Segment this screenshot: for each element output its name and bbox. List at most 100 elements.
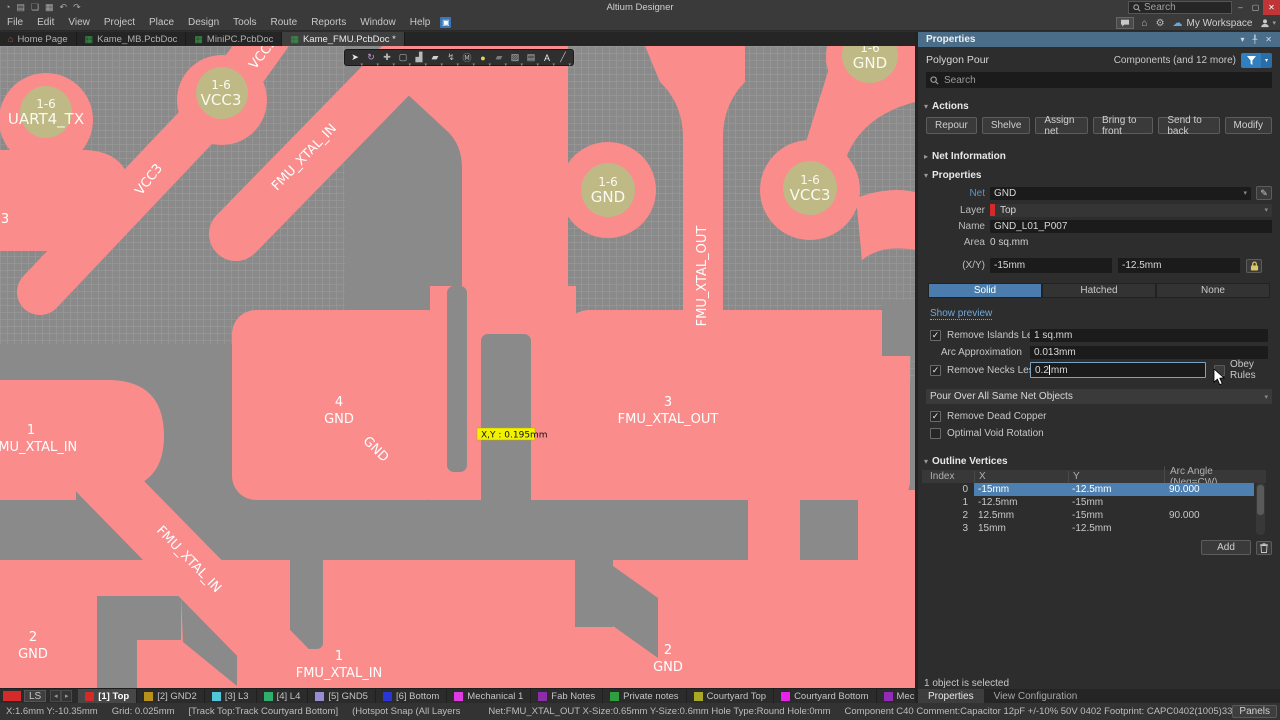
snapping-icon[interactable]: ↻: [363, 50, 379, 65]
pcb-editor-canvas[interactable]: 1-6 UART4_TX 1-6 VCC3 1-6 GND 1-6 VCC3 1…: [0, 46, 915, 688]
save-icon[interactable]: ▤: [16, 2, 25, 13]
layer-tab[interactable]: Courtyard Top: [687, 689, 775, 703]
layer-tab[interactable]: [4] L4: [257, 689, 309, 703]
redo-icon[interactable]: ↷: [73, 2, 81, 13]
action-button[interactable]: Modify: [1225, 117, 1272, 134]
string-icon[interactable]: A: [539, 50, 555, 65]
open-icon[interactable]: ▦: [45, 2, 54, 13]
scroll-layers-right-icon[interactable]: ▸: [61, 690, 72, 702]
scroll-layers-left-icon[interactable]: ◂: [50, 690, 61, 702]
route-icon[interactable]: ↯: [443, 50, 459, 65]
section-outline-vertices[interactable]: ▾Outline Vertices: [924, 456, 1008, 467]
layer-tab[interactable]: Fab Notes: [531, 689, 603, 703]
menu-item[interactable]: View: [61, 15, 97, 30]
menu-item[interactable]: File: [0, 15, 30, 30]
fill-mode-option[interactable]: Hatched: [1042, 283, 1156, 298]
net-select[interactable]: GND▾: [990, 187, 1251, 200]
name-input[interactable]: GND_L01_P007: [990, 220, 1272, 233]
x-input[interactable]: -15mm: [990, 258, 1112, 273]
y-input[interactable]: -12.5mm: [1118, 258, 1240, 273]
region-icon[interactable]: ▨: [507, 50, 523, 65]
polygon-pour-icon[interactable]: ▰: [491, 50, 507, 65]
pad-stack-icon[interactable]: ▟: [411, 50, 427, 65]
maximize-button[interactable]: ▢: [1248, 0, 1263, 15]
menu-item[interactable]: Place: [142, 15, 181, 30]
menu-item[interactable]: Project: [97, 15, 142, 30]
section-actions[interactable]: ▾Actions: [924, 101, 969, 112]
panel-pin-icon[interactable]: ╀: [1252, 35, 1257, 44]
remove-islands-checkbox[interactable]: ✓: [930, 330, 941, 341]
optimal-void-checkbox[interactable]: [930, 428, 941, 439]
menu-item[interactable]: Reports: [304, 15, 353, 30]
filter-icon[interactable]: [1241, 53, 1261, 68]
user-account-button[interactable]: ▾: [1260, 18, 1276, 28]
layer-tab[interactable]: [2] GND2: [137, 689, 205, 703]
save-all-icon[interactable]: ❏: [31, 2, 39, 13]
add-vertex-button[interactable]: Add: [1201, 540, 1251, 555]
customize-icon[interactable]: ▣: [440, 17, 451, 28]
document-tab[interactable]: ▦ Kame_FMU.PcbDoc *: [282, 32, 404, 46]
arc-approximation-input[interactable]: 0.013mm: [1030, 346, 1268, 359]
section-properties[interactable]: ▾Properties: [924, 170, 981, 181]
show-preview-link[interactable]: Show preview: [930, 308, 992, 320]
pad-icon[interactable]: ▰: [427, 50, 443, 65]
delete-vertex-icon[interactable]: [1256, 541, 1272, 555]
remove-dead-copper-checkbox[interactable]: ✓: [930, 411, 941, 422]
tab-properties[interactable]: Properties: [918, 689, 984, 703]
undo-icon[interactable]: ↶: [60, 2, 68, 13]
edit-net-button[interactable]: ✎: [1256, 186, 1272, 200]
workspace-button[interactable]: ☁ My Workspace: [1173, 18, 1253, 29]
remove-islands-input[interactable]: 1 sq.mm: [1030, 329, 1268, 342]
pour-over-select[interactable]: Pour Over All Same Net Objects▾: [926, 389, 1272, 404]
document-tab[interactable]: ▦ Kame_MB.PcbDoc: [77, 32, 187, 46]
move-icon[interactable]: ✚: [379, 50, 395, 65]
vertex-row[interactable]: 315mm-12.5mm: [922, 522, 1254, 535]
line-icon[interactable]: ╱: [555, 50, 571, 65]
panel-dropdown-icon[interactable]: ▾: [1240, 35, 1244, 44]
action-button[interactable]: Shelve: [982, 117, 1031, 134]
action-button[interactable]: Assign net: [1035, 117, 1088, 134]
global-search-input[interactable]: Search: [1128, 1, 1232, 14]
menu-item[interactable]: Help: [403, 15, 438, 30]
menu-item[interactable]: Tools: [226, 15, 263, 30]
pcb-canvas[interactable]: 1-6 UART4_TX 1-6 VCC3 1-6 GND 1-6 VCC3 1…: [0, 46, 915, 688]
document-tab[interactable]: ⌂ Home Page: [0, 32, 77, 46]
fill-mode-option[interactable]: None: [1156, 283, 1270, 298]
remove-necks-input[interactable]: 0.2mm: [1030, 362, 1206, 378]
action-button[interactable]: Repour: [926, 117, 977, 134]
vertex-row[interactable]: 0-15mm-12.5mm90.000: [922, 483, 1254, 496]
layer-sets-button[interactable]: LS: [24, 690, 46, 702]
selection-filter-icon[interactable]: ➤: [347, 50, 363, 65]
comments-icon[interactable]: [1116, 17, 1134, 29]
section-net-information[interactable]: ▸Net Information: [924, 151, 1006, 162]
layer-tab[interactable]: [1] Top: [78, 689, 137, 703]
home-icon[interactable]: ⌂: [1142, 18, 1148, 29]
layer-tab[interactable]: Private notes: [603, 689, 686, 703]
graph-icon[interactable]: ▤: [523, 50, 539, 65]
filter-dropdown-icon[interactable]: ▾: [1261, 53, 1272, 68]
panels-button[interactable]: Panels: [1232, 705, 1277, 718]
layer-tab[interactable]: [5] GND5: [308, 689, 376, 703]
panel-search-input[interactable]: Search: [926, 72, 1272, 88]
panel-header[interactable]: Properties ▾ ╀ ✕: [918, 32, 1280, 47]
via-icon[interactable]: Ⓜ: [459, 50, 475, 65]
highlight-icon[interactable]: ●: [475, 50, 491, 65]
menu-item[interactable]: Edit: [30, 15, 61, 30]
action-button[interactable]: Send to back: [1158, 117, 1219, 134]
remove-necks-checkbox[interactable]: ✓: [930, 365, 941, 376]
layer-select[interactable]: Top▾: [990, 204, 1272, 217]
layer-tab[interactable]: [6] Bottom: [376, 689, 447, 703]
menu-item[interactable]: Route: [264, 15, 305, 30]
menu-item[interactable]: Design: [181, 15, 226, 30]
lock-icon[interactable]: [1246, 259, 1262, 273]
layer-tab[interactable]: Mechanical 1: [447, 689, 531, 703]
layer-tab[interactable]: Mechanical 6: [877, 689, 915, 703]
minimize-button[interactable]: –: [1233, 0, 1248, 15]
layer-tab[interactable]: [3] L3: [205, 689, 257, 703]
layer-tab[interactable]: Courtyard Bottom: [774, 689, 876, 703]
action-button[interactable]: Bring to front: [1093, 117, 1153, 134]
panel-close-icon[interactable]: ✕: [1265, 35, 1272, 44]
gear-icon[interactable]: ⚙: [1156, 18, 1165, 29]
vertex-row[interactable]: 1-12.5mm-15mm: [922, 496, 1254, 509]
table-scrollbar[interactable]: [1256, 483, 1265, 535]
